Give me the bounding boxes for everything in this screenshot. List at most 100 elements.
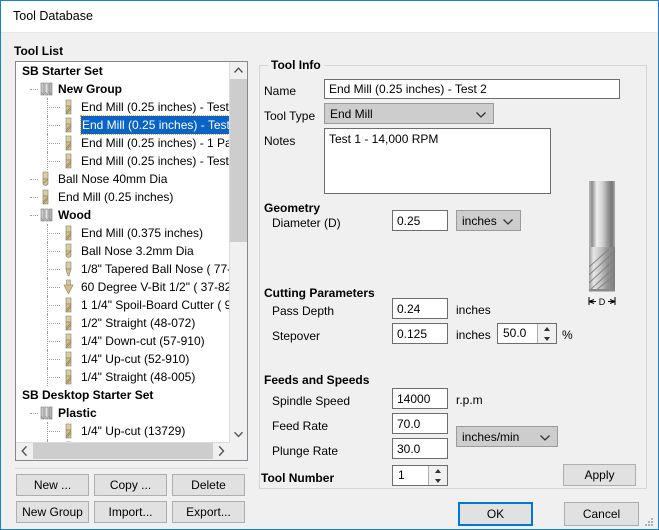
tree-item-selected[interactable]: End Mill (0.25 inches) - Test 2 (16, 115, 232, 135)
tree-item-label: 1 1/4" Spoil-Board Cutter ( 91-000 (81, 298, 232, 312)
export-button[interactable]: Export... (172, 501, 245, 523)
spindle-speed-input[interactable] (392, 388, 448, 409)
taper-icon (63, 261, 74, 277)
tree-horizontal-scrollbar[interactable] (16, 442, 230, 460)
stepover-percent-value: 50.0 (503, 326, 527, 340)
endmill-icon (63, 351, 74, 367)
apply-button[interactable]: Apply (563, 464, 636, 486)
new-group-button[interactable]: New Group (16, 501, 89, 523)
endmill-icon (63, 117, 74, 133)
cancel-button[interactable]: Cancel (564, 502, 639, 526)
group-icon (40, 207, 55, 223)
tree-item[interactable]: 1/4" Up-cut (13729) (16, 422, 232, 440)
tree-item[interactable]: 1 1/4" Spoil-Board Cutter ( 91-000 (16, 296, 232, 314)
scroll-up-icon[interactable] (230, 62, 247, 79)
new-button[interactable]: New ... (16, 474, 89, 496)
chevron-down-icon (539, 432, 551, 446)
endmill-icon (63, 135, 74, 151)
scroll-left-icon[interactable] (16, 443, 33, 459)
stepover-percent-stepper[interactable]: 50.0 (497, 323, 557, 344)
tree-item[interactable]: Ball Nose 3.2mm Dia (16, 242, 232, 260)
tree-connector (47, 224, 49, 242)
scroll-thumb-vertical[interactable] (230, 79, 247, 242)
delete-button[interactable]: Delete (172, 474, 245, 496)
endmill-icon (63, 369, 74, 385)
endmill-icon (63, 225, 74, 241)
plunge-rate-label: Plunge Rate (272, 444, 339, 458)
title-bar: Tool Database (1, 1, 658, 33)
notes-textarea[interactable]: Test 1 - 14,000 RPM (324, 128, 551, 194)
rate-units-value: inches/min (462, 430, 520, 444)
tree-vertical-scrollbar[interactable] (229, 62, 247, 443)
tree-connector (47, 242, 49, 260)
tree-item[interactable]: SB Starter Set (16, 62, 232, 80)
feed-rate-input[interactable] (392, 413, 448, 434)
tool-number-stepper[interactable]: 1 (392, 465, 448, 486)
plunge-rate-input[interactable] (392, 438, 448, 459)
import-button[interactable]: Import... (94, 501, 167, 523)
ok-button[interactable]: OK (458, 502, 533, 526)
tree-connector (47, 296, 49, 314)
stepover-label: Stepover (272, 329, 321, 343)
stepper-down-icon[interactable] (538, 333, 556, 343)
tree-item-label: 1/4" Down-cut (57-910) (81, 334, 205, 348)
window-title: Tool Database (13, 9, 93, 23)
tree-item[interactable]: 1/4" Straight (48-005) (16, 368, 232, 386)
scroll-thumb-horizontal[interactable] (33, 443, 214, 459)
endmill-icon (63, 153, 74, 169)
copy-button[interactable]: Copy ... (94, 474, 167, 496)
stepper-buttons[interactable] (428, 466, 447, 485)
tool-info-caption: Tool Info (268, 58, 324, 72)
tree-item-label: End Mill (0.25 inches) - Test 2 (80, 115, 232, 135)
tree-item[interactable]: 60 Degree V-Bit 1/2" ( 37-82) (16, 278, 232, 296)
scroll-right-icon[interactable] (213, 443, 230, 459)
tree-item[interactable]: End Mill (0.25 inches) - 1 Pass - 3x (16, 134, 232, 152)
tree-item[interactable]: 1/4" Up-cut (52-910) (16, 350, 232, 368)
tree-item[interactable]: New Group (16, 80, 232, 98)
spindle-speed-label: Spindle Speed (272, 394, 351, 408)
diameter-units-select[interactable]: inches (456, 210, 521, 231)
tree-item[interactable]: Plastic (16, 404, 232, 422)
tree-item[interactable]: 1/8" Tapered Ball Nose ( 77-102) (16, 260, 232, 278)
tree-connector (47, 314, 49, 332)
scroll-down-icon[interactable] (230, 426, 247, 443)
tree-item[interactable]: Ball Nose 40mm Dia (16, 170, 232, 188)
feed-rate-label: Feed Rate (272, 419, 329, 433)
tool-type-select[interactable]: End Mill (324, 103, 494, 124)
cutting-parameters-heading: Cutting Parameters (264, 286, 375, 300)
tree-connector (30, 215, 38, 217)
tree-item-label: Plastic (58, 406, 97, 420)
diameter-input[interactable] (392, 210, 448, 231)
resize-grip[interactable] (644, 516, 654, 526)
tree-item[interactable]: Wood (16, 206, 232, 224)
tree-item-label: SB Starter Set (22, 64, 103, 78)
rate-units-select[interactable]: inches/min (456, 426, 558, 447)
tree-connector (47, 350, 49, 368)
tree-item-label: Ball Nose 3.2mm Dia (81, 244, 194, 258)
tree-item[interactable]: 1/4" Down-cut (57-910) (16, 332, 232, 350)
pass-depth-input[interactable] (392, 298, 448, 319)
tree-item-label: New Group (58, 82, 123, 96)
tree-connector (47, 368, 49, 386)
tree-item[interactable]: SB Desktop Starter Set (16, 386, 232, 404)
tool-database-dialog: Tool Database Tool List SB Starter Set Ne… (0, 0, 659, 530)
stepover-input[interactable] (392, 323, 448, 344)
tree-item[interactable]: End Mill (0.25 inches) - Test 1 (16, 98, 232, 116)
diameter-dimension-label: D (599, 297, 606, 307)
tree-item[interactable]: End Mill (0.25 inches) (16, 188, 232, 206)
tree-item-label: End Mill (0.25 inches) - Test 1 (81, 100, 232, 114)
tool-number-value: 1 (398, 468, 405, 482)
tree-connector (47, 152, 49, 170)
endmill-icon (63, 423, 74, 439)
name-label: Name (264, 84, 297, 98)
tree-connector (30, 413, 38, 415)
tool-list-tree[interactable]: SB Starter Set New Group End Mill (0.25 in… (15, 61, 248, 461)
tree-item[interactable]: End Mill (0.375 inches) (16, 224, 232, 242)
stepper-buttons[interactable] (537, 324, 556, 343)
name-input[interactable] (324, 79, 620, 99)
tool-type-value: End Mill (330, 107, 373, 121)
stepper-down-icon[interactable] (429, 475, 447, 485)
tree-item[interactable]: 1/2" Straight (48-072) (16, 314, 232, 332)
tree-item[interactable]: End Mill (0.25 inches) - Test 3 (16, 152, 232, 170)
tree-connector (30, 197, 38, 199)
